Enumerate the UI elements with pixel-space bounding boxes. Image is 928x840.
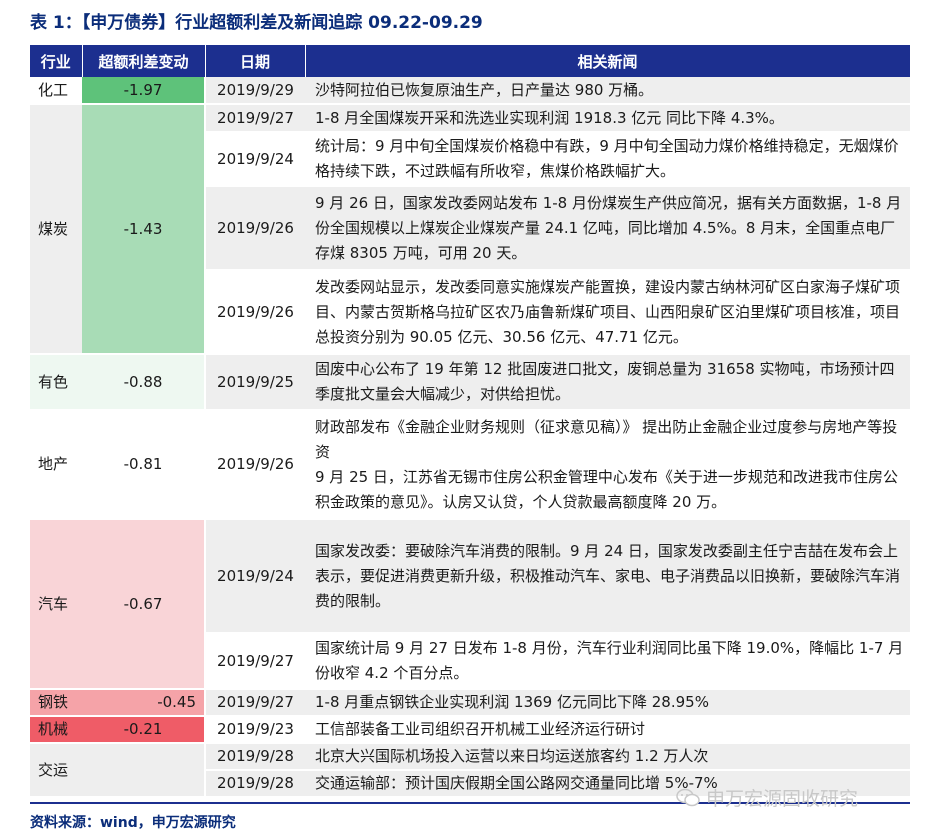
- industry-cell: 地产: [30, 410, 82, 520]
- news-cell: 工信部装备工业司组织召开机械工业经济运行研讨: [305, 716, 910, 744]
- header-news: 相关新闻: [305, 45, 911, 77]
- news-cell: 发改委网站显示，发改委同意实施煤炭产能置换，建设内蒙古纳林河矿区白家海子煤矿项目…: [305, 270, 910, 355]
- date-cell: 2019/9/26: [204, 186, 305, 271]
- header-industry: 行业: [30, 45, 83, 77]
- industry-cell: 化工: [30, 77, 82, 105]
- date-cell: 2019/9/24: [204, 519, 305, 634]
- change-cell: -0.45: [82, 689, 205, 717]
- table-row: 地产 -0.81 2019/9/26 财政部发布《金融企业财务规则（征求意见稿）…: [30, 410, 910, 520]
- table-row: 汽车 -0.67 2019/9/24 国家发改委：要破除汽车消费的限制。9 月 …: [30, 519, 910, 690]
- news-table-container: 行业 超额利差变动 日期 相关新闻 化工 -1.97 2019/9/29 沙特阿…: [30, 45, 911, 798]
- date-cell: 2019/9/26: [204, 410, 305, 520]
- date-cell: 2019/9/28: [204, 770, 305, 798]
- date-cell: 2019/9/26: [204, 270, 305, 355]
- news-line: 9 月 25 日，江苏省无锡市住房公积金管理中心发布《关于进一步规范和改进我市住…: [315, 467, 898, 511]
- watermark: 申万宏源固收研究: [676, 784, 858, 811]
- wechat-icon: [676, 788, 700, 806]
- table-row: 煤炭 -1.43 2019/9/27 1-8 月全国煤炭开采和洗选业实现利润 1…: [30, 104, 910, 355]
- industry-cell: 机械: [30, 716, 82, 744]
- news-cell: 国家统计局 9 月 27 日发布 1-8 月份，汽车行业利润同比虽下降 19.0…: [305, 633, 910, 690]
- change-cell: -0.88: [82, 354, 205, 411]
- date-cell: 2019/9/27: [204, 633, 305, 690]
- table-row: 交运 2019/9/28 北京大兴国际机场投入运营以来日均运送旅客约 1.2 万…: [30, 743, 910, 798]
- change-cell: -0.81: [82, 410, 205, 520]
- date-cell: 2019/9/29: [204, 77, 305, 105]
- news-cell: 财政部发布《金融企业财务规则（征求意见稿）》 提出防止金融企业过度参与房地产等投…: [305, 410, 910, 520]
- change-cell: -0.21: [82, 716, 205, 744]
- watermark-text: 申万宏源固收研究: [706, 788, 859, 810]
- news-cell: 1-8 月全国煤炭开采和洗选业实现利润 1918.3 亿元 同比下降 4.3%。: [305, 104, 910, 133]
- change-cell: -0.67: [82, 519, 205, 690]
- change-cell: [82, 743, 205, 798]
- source-note: 资料来源：wind，申万宏源研究: [30, 815, 236, 831]
- news-cell: 北京大兴国际机场投入运营以来日均运送旅客约 1.2 万人次: [305, 743, 910, 771]
- date-cell: 2019/9/27: [204, 104, 305, 133]
- date-cell: 2019/9/24: [204, 132, 305, 187]
- change-cell: -1.97: [82, 77, 205, 105]
- header-date: 日期: [205, 45, 306, 77]
- news-cell: 统计局：9 月中旬全国煤炭价格稳中有跌，9 月中旬全国动力煤价格维持稳定，无烟煤…: [305, 132, 910, 187]
- news-cell: 9 月 26 日，国家发改委网站发布 1-8 月份煤炭生产供应简况，据有关方面数…: [305, 186, 910, 271]
- date-cell: 2019/9/27: [204, 689, 305, 717]
- industry-cell: 交运: [30, 743, 82, 798]
- news-line: 财政部发布《金融企业财务规则（征求意见稿）》 提出防止金融企业过度参与房地产等投…: [315, 417, 898, 461]
- table-row: 机械 -0.21 2019/9/23 工信部装备工业司组织召开机械工业经济运行研…: [30, 716, 910, 744]
- table-header-row: 行业 超额利差变动 日期 相关新闻: [30, 45, 911, 77]
- industry-cell: 煤炭: [30, 104, 82, 355]
- table-row: 化工 -1.97 2019/9/29 沙特阿拉伯已恢复原油生产，日产量达 980…: [30, 77, 910, 105]
- news-cell: 1-8 月重点钢铁企业实现利润 1369 亿元同比下降 28.95%: [305, 689, 910, 717]
- news-cell: 沙特阿拉伯已恢复原油生产，日产量达 980 万桶。: [305, 77, 910, 105]
- industry-cell: 钢铁: [30, 689, 82, 717]
- date-cell: 2019/9/25: [204, 354, 305, 411]
- news-cell: 固废中心公布了 19 年第 12 批固废进口批文，废铜总量为 31658 实物吨…: [305, 354, 910, 411]
- industry-cell: 有色: [30, 354, 82, 411]
- table-row: 有色 -0.88 2019/9/25 固废中心公布了 19 年第 12 批固废进…: [30, 354, 910, 411]
- news-table: 行业 超额利差变动 日期 相关新闻 化工 -1.97 2019/9/29 沙特阿…: [30, 45, 911, 798]
- header-change: 超额利差变动: [82, 45, 206, 77]
- date-cell: 2019/9/23: [204, 716, 305, 744]
- industry-cell: 汽车: [30, 519, 82, 690]
- date-cell: 2019/9/28: [204, 743, 305, 771]
- table-title: 表 1：【申万债券】行业超额利差及新闻追踪 09.22-09.29: [30, 13, 483, 33]
- news-cell: 国家发改委：要破除汽车消费的限制。9 月 24 日，国家发改委副主任宁吉喆在发布…: [305, 519, 910, 634]
- table-row: 钢铁 -0.45 2019/9/27 1-8 月重点钢铁企业实现利润 1369 …: [30, 689, 910, 717]
- change-cell: -1.43: [82, 104, 205, 355]
